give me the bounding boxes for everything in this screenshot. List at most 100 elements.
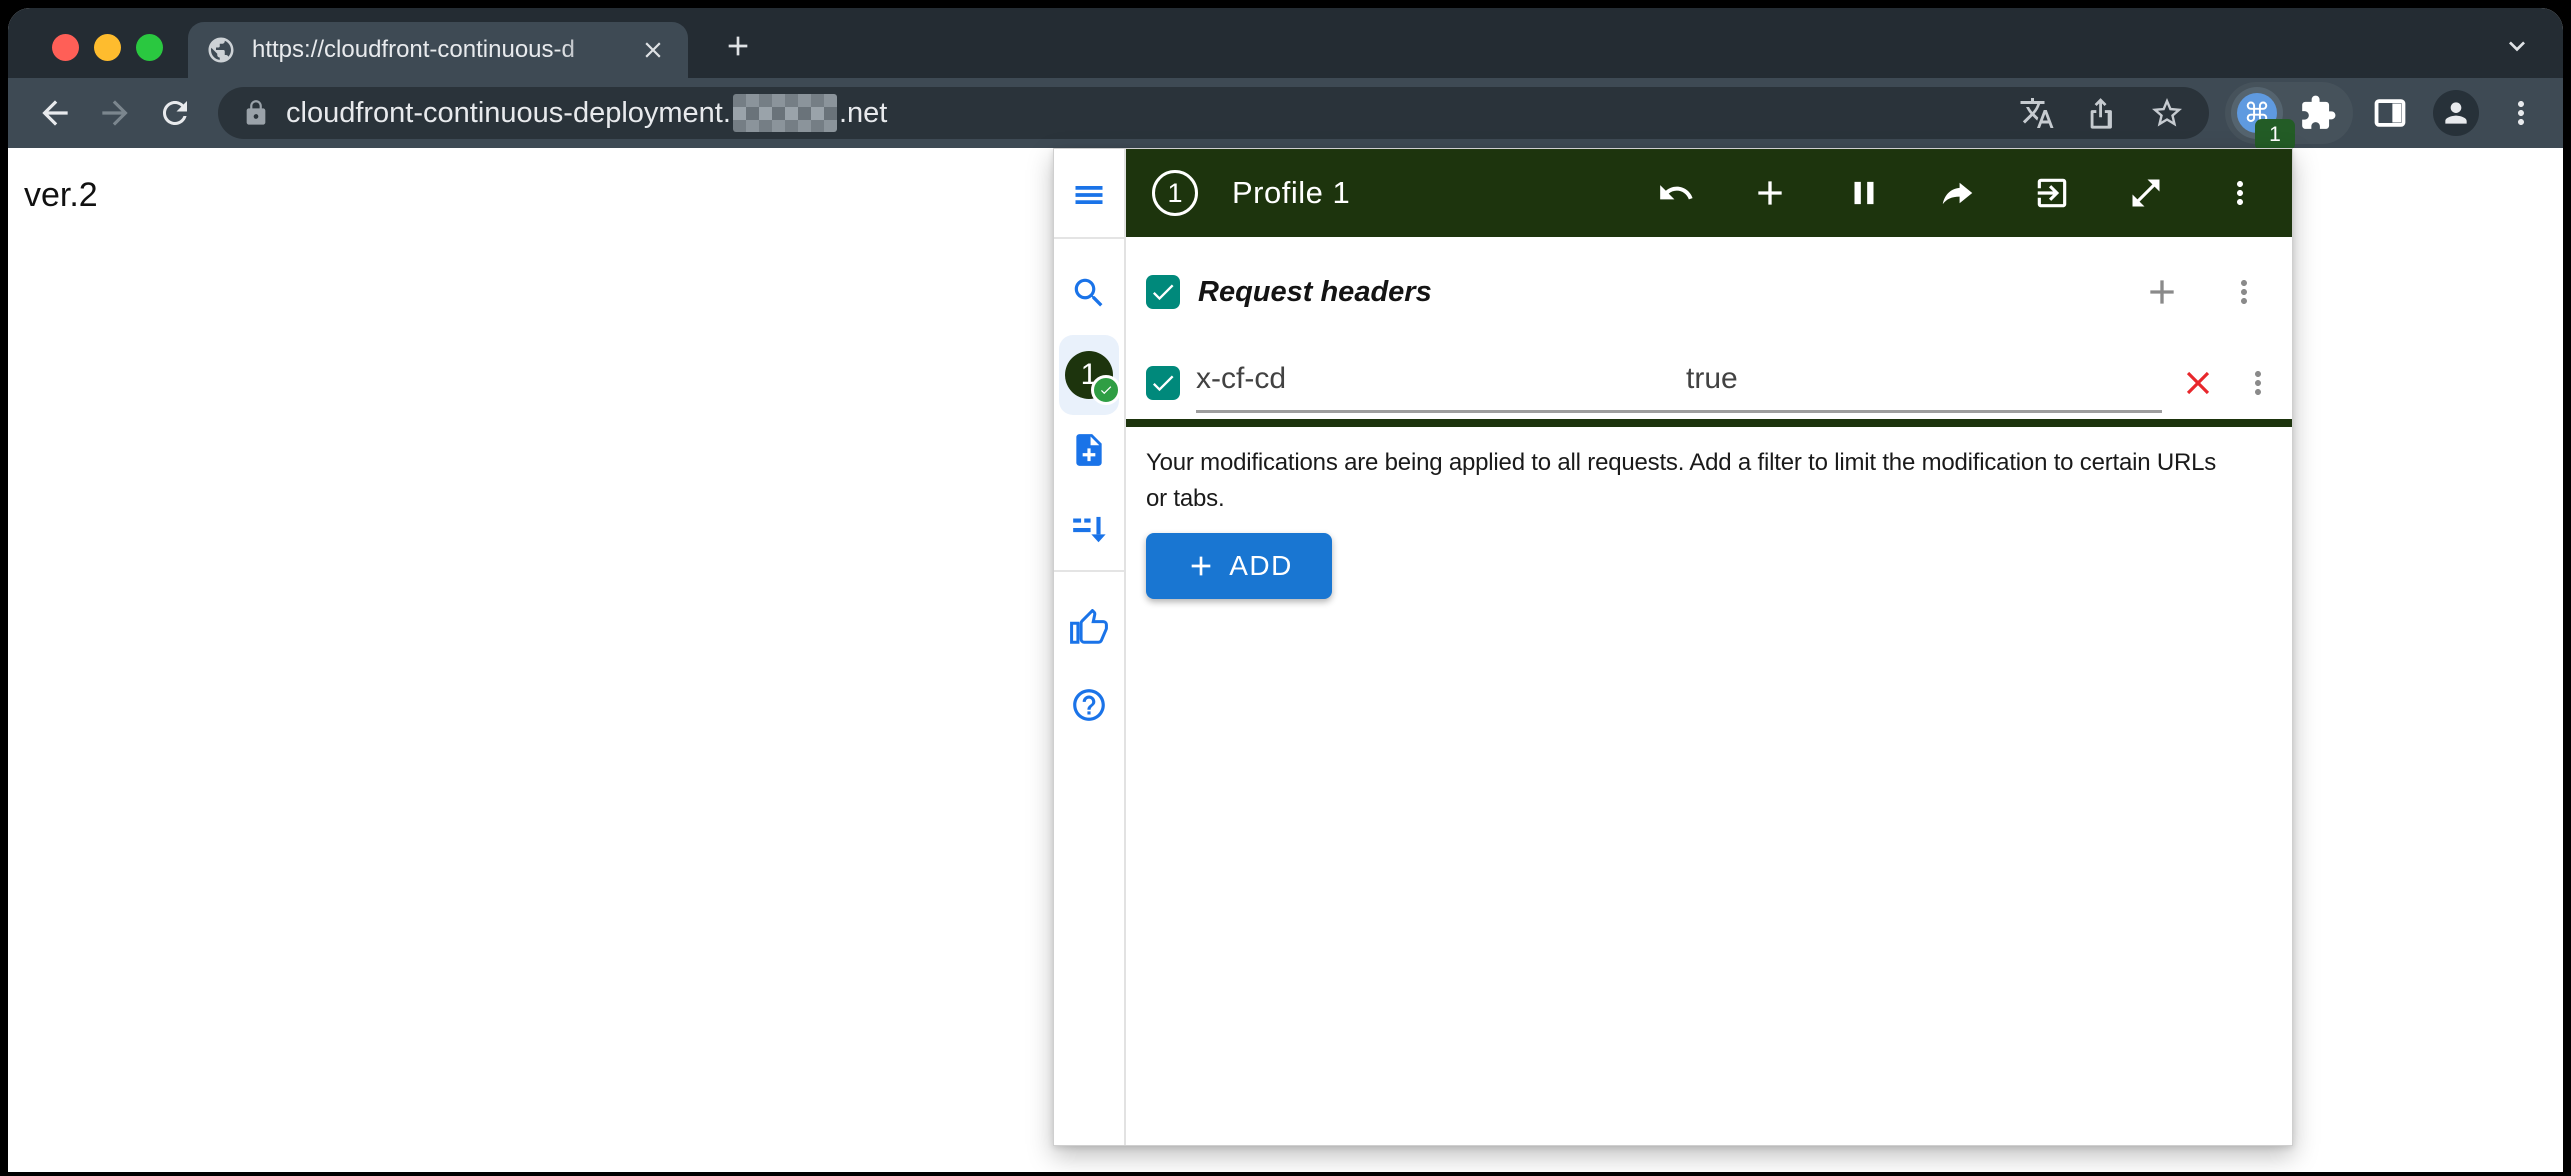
menu-button[interactable]	[1067, 173, 1111, 217]
modheader-extension-button[interactable]: ⌘ 1	[2231, 87, 2283, 139]
add-profile-button[interactable]	[1067, 428, 1111, 472]
lock-icon[interactable]	[242, 99, 270, 127]
extensions-puzzle-button[interactable]	[2299, 94, 2337, 132]
section-green-divider	[1126, 419, 2292, 427]
url-suffix: .net	[839, 97, 887, 130]
open-in-full-button[interactable]	[2126, 173, 2166, 213]
delete-row-button[interactable]	[2178, 363, 2218, 403]
extensions-area: ⌘ 1	[2225, 82, 2353, 144]
add-file-icon	[1070, 431, 1108, 469]
modheader-popup: 1	[1053, 148, 2293, 1146]
toolbar-right-cluster	[2371, 90, 2539, 136]
url-prefix: cloudfront-continuous-deployment.	[286, 97, 731, 130]
search-button[interactable]	[1067, 271, 1111, 315]
popup-menu-button[interactable]	[2220, 173, 2260, 213]
arrow-back-icon	[36, 94, 74, 132]
side-panel-icon	[2371, 94, 2409, 132]
header-entry-row: x-cf-cd true	[1126, 347, 2292, 419]
sort-profiles-button[interactable]	[1067, 506, 1111, 550]
exit-to-app-icon	[2033, 174, 2071, 212]
header-fields: x-cf-cd true	[1196, 347, 2162, 413]
section-label: Request headers	[1198, 276, 1432, 309]
export-profile-button[interactable]	[2032, 173, 2072, 213]
add-filter-button[interactable]: ADD	[1146, 533, 1332, 599]
page-body-text: ver.2	[24, 176, 98, 215]
sidebar-profile-tab[interactable]: 1	[1059, 335, 1119, 415]
tab-title: https://cloudfront-continuous-d	[252, 36, 636, 64]
browser-window: https://cloudfront-continuous-d c	[8, 8, 2563, 1172]
plus-icon	[1185, 550, 1217, 582]
share-button[interactable]	[2085, 96, 2119, 130]
arrow-forward-icon	[96, 94, 134, 132]
add-header-row-button[interactable]	[2142, 272, 2182, 312]
popup-header: 1 Profile 1	[1126, 149, 2292, 237]
undo-icon	[1657, 174, 1695, 212]
add-header-type-button[interactable]	[1750, 173, 1790, 213]
address-bar[interactable]: cloudfront-continuous-deployment. .net	[218, 87, 2209, 139]
profile-number-badge: 1	[1065, 351, 1113, 399]
bookmark-star-button[interactable]	[2149, 95, 2185, 131]
share-profile-button[interactable]	[1938, 173, 1978, 213]
rate-thumbs-up-button[interactable]	[1067, 606, 1111, 650]
request-headers-section-row: Request headers	[1126, 237, 2292, 347]
profile-avatar-button[interactable]	[2433, 90, 2479, 136]
popup-sidebar: 1	[1054, 149, 1126, 1145]
profile-title: Profile 1	[1232, 175, 1350, 211]
close-icon	[640, 37, 666, 63]
close-window-button[interactable]	[52, 34, 79, 61]
pause-icon	[1845, 174, 1883, 212]
filter-notice: Your modifications are being applied to …	[1146, 445, 2262, 517]
section-checkbox[interactable]	[1146, 275, 1180, 309]
browser-tab[interactable]: https://cloudfront-continuous-d	[188, 22, 688, 78]
hamburger-icon	[1071, 177, 1107, 213]
new-tab-button[interactable]	[716, 24, 760, 68]
help-icon	[1070, 686, 1108, 724]
more-vert-icon	[2226, 274, 2262, 310]
plus-icon	[2142, 272, 2182, 312]
side-panel-button[interactable]	[2371, 94, 2409, 132]
more-vert-icon	[2222, 175, 2258, 211]
help-button[interactable]	[1067, 683, 1111, 727]
profile-circled-number: 1	[1152, 170, 1198, 216]
tab-strip: https://cloudfront-continuous-d	[8, 8, 2563, 78]
tab-close-button[interactable]	[636, 33, 670, 67]
search-icon	[1070, 274, 1108, 312]
pause-button[interactable]	[1844, 173, 1884, 213]
section-menu-button[interactable]	[2224, 272, 2264, 312]
translate-button[interactable]	[2019, 95, 2055, 131]
thumb-up-icon	[1070, 609, 1108, 647]
forward-button[interactable]	[92, 90, 138, 136]
reload-button[interactable]	[152, 90, 198, 136]
browser-menu-button[interactable]	[2503, 95, 2539, 131]
browser-toolbar: cloudfront-continuous-deployment. .net ⌘	[8, 78, 2563, 148]
traffic-lights	[52, 34, 163, 61]
profile-number: 1	[1167, 178, 1182, 209]
check-icon	[1099, 383, 1113, 397]
row-checkbox[interactable]	[1146, 366, 1180, 400]
check-icon	[1149, 369, 1177, 397]
profile-check-badge	[1091, 375, 1121, 405]
share-arrow-icon	[1939, 174, 1977, 212]
sidebar-divider	[1054, 237, 1124, 239]
plus-icon	[1750, 173, 1790, 213]
header-value-field[interactable]: true	[1686, 362, 1738, 396]
globe-favicon-icon	[206, 35, 236, 65]
minimize-window-button[interactable]	[94, 34, 121, 61]
chevron-down-icon	[2501, 30, 2533, 62]
back-button[interactable]	[32, 90, 78, 136]
url-redacted-block	[733, 94, 837, 132]
sort-icon	[1070, 509, 1108, 547]
more-vert-icon	[2240, 365, 2276, 401]
header-name-field[interactable]: x-cf-cd	[1196, 362, 1286, 396]
add-filter-label: ADD	[1229, 550, 1293, 582]
omnibox-trailing-icons	[2019, 95, 2185, 131]
tab-search-button[interactable]	[2497, 26, 2537, 66]
reload-icon	[157, 95, 193, 131]
plus-icon	[722, 30, 754, 62]
maximize-window-button[interactable]	[136, 34, 163, 61]
more-vert-icon	[2503, 95, 2539, 131]
row-menu-button[interactable]	[2238, 363, 2278, 403]
popup-main: 1 Profile 1	[1126, 149, 2292, 1145]
undo-button[interactable]	[1656, 173, 1696, 213]
puzzle-icon	[2299, 94, 2337, 132]
